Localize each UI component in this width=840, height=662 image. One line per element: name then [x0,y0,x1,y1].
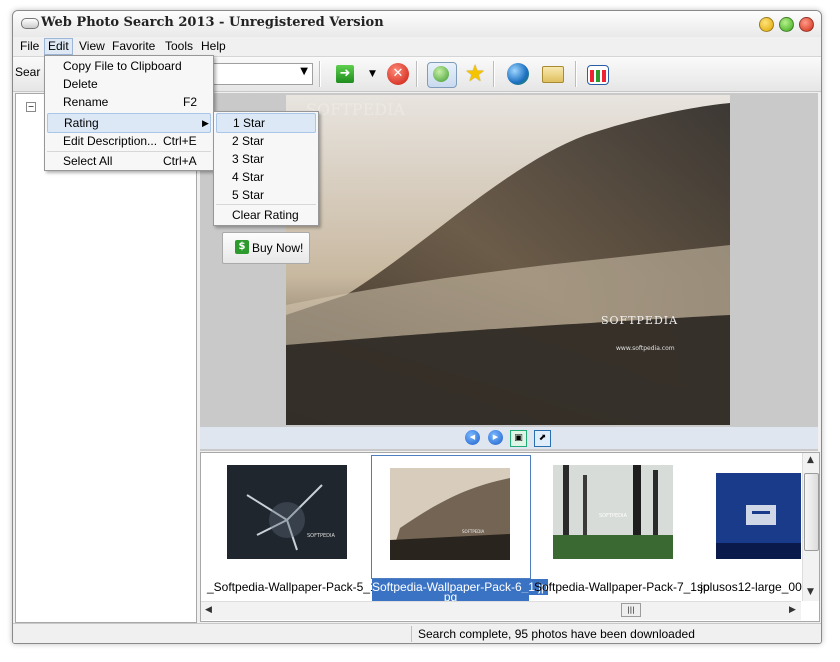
toolbar-separator [493,61,495,87]
menu-item-copy[interactable]: Copy File to Clipboard [47,57,211,75]
window-title: Web Photo Search 2013 - Unregistered Ver… [41,15,384,30]
grid-icon[interactable] [587,65,609,85]
rating-2-star[interactable]: 2 Star [216,132,316,150]
thumbnail-brand: SOFTPEDIA [462,529,485,534]
scroll-up-icon[interactable]: ▲ [807,455,814,465]
next-icon[interactable]: ▶ [488,430,503,445]
collapse-icon[interactable]: − [26,102,36,112]
menu-view[interactable]: View [76,39,108,54]
globe-icon[interactable] [507,63,529,85]
star-icon[interactable]: ★ [464,63,486,86]
buy-now-button[interactable]: $ Buy Now! [222,232,310,264]
minimize-button[interactable] [759,17,774,32]
rating-3-star[interactable]: 3 Star [216,150,316,168]
thumbnail-4[interactable] [716,473,801,559]
menu-item-delete[interactable]: Delete [47,75,211,93]
thumbnail-1-label[interactable]: _Softpedia-Wallpaper-Pack-5_1.jp [207,579,389,595]
toolbar-separator [416,61,418,87]
menu-file[interactable]: File [17,39,42,54]
fit-image-icon[interactable]: ▣ [510,430,527,447]
chevron-down-icon[interactable]: ▼ [300,66,308,77]
thumbnail-3[interactable]: SOFTPEDIA [553,465,673,559]
menu-favorite[interactable]: Favorite [109,39,158,54]
refresh-icon[interactable] [427,62,457,88]
thumbnail-3-label[interactable]: Softpedia-Wallpaper-Pack-7_1.jp [534,579,710,595]
menu-item-rename[interactable]: Rename F2 [47,93,211,111]
hscroll-thumb[interactable]: ||| [621,603,641,617]
menu-item-select-all[interactable]: Select All Ctrl+A [47,152,211,170]
maximize-button[interactable] [779,17,794,32]
close-button[interactable] [799,17,814,32]
preview-watermark: SOFTPEDIA [306,100,405,119]
folder-tree[interactable]: − [15,93,197,623]
toolbar-separator [319,61,321,87]
rating-submenu: 1 Star 2 Star 3 Star 4 Star 5 Star Clear… [213,111,319,226]
search-label: Sear [15,65,41,79]
thumbnail-brand: SOFTPEDIA [307,533,335,539]
rating-4-star[interactable]: 4 Star [216,168,316,186]
preview-image: SOFTPEDIA www.softpedia.com SOFTPEDIA [286,95,730,425]
search-combo[interactable]: ▼ [211,63,313,85]
rating-5-star[interactable]: 5 Star [216,186,316,204]
preview-photo: SOFTPEDIA www.softpedia.com SOFTPEDIA [286,95,730,425]
dropdown-icon[interactable]: ▼ [369,69,376,79]
full-screen-icon[interactable]: ⬈ [534,430,551,447]
thumbnail-brand: SOFTPEDIA [599,513,627,519]
buy-now-label: Buy Now! [252,241,304,255]
toolbar-separator [575,61,577,87]
thumbnail-1[interactable]: SOFTPEDIA [227,465,347,559]
thumbnail-vscroll[interactable]: ▲ ▼ [802,453,819,601]
stop-icon[interactable]: ✕ [387,63,409,85]
preview-nav: ◀ ▶ ▣ ⬈ [200,427,818,449]
menu-separator [216,204,316,205]
title-bar: Web Photo Search 2013 - Unregistered Ver… [13,11,821,38]
preview-url: www.softpedia.com [616,345,675,352]
vscroll-thumb[interactable] [804,473,819,551]
go-arrow-icon[interactable]: ➜ [336,65,354,83]
thumbnail-4-label[interactable]: solusos12-large_001 [697,579,808,595]
menu-item-rating[interactable]: Rating ▶ [47,113,211,133]
menu-tools[interactable]: Tools [162,39,196,54]
dollar-icon: $ [235,240,249,254]
status-separator [411,626,412,642]
preview-brand: SOFTPEDIA [601,314,678,327]
rating-1-star[interactable]: 1 Star [216,113,316,133]
thumbnail-hscroll[interactable]: ◀ ||| ▶ [201,601,801,620]
previous-icon[interactable]: ◀ [465,430,480,445]
menu-edit[interactable]: Edit [44,38,73,55]
mail-icon[interactable] [542,66,564,83]
scroll-left-icon[interactable]: ◀ [205,605,212,615]
status-bar: Search complete, 95 photos have been dow… [13,623,821,643]
thumbnail-2-label-cont[interactable]: pg [372,593,529,601]
thumbnail-2[interactable]: SOFTPEDIA [390,468,510,560]
thumbnail-strip: SOFTPEDIA SOFTPEDIA SOFTPEDIA _Softpedia… [200,452,820,622]
status-text: Search complete, 95 photos have been dow… [418,627,695,641]
menu-item-edit-description[interactable]: Edit Description... Ctrl+E [47,132,211,150]
rating-clear[interactable]: Clear Rating [216,206,316,224]
edit-menu: Copy File to Clipboard Delete Rename F2 R… [44,55,214,171]
window-menu-icon[interactable] [21,18,39,29]
scroll-right-icon[interactable]: ▶ [789,605,796,615]
submenu-arrow-icon: ▶ [202,118,209,128]
menu-help[interactable]: Help [198,39,229,54]
scroll-down-icon[interactable]: ▼ [807,587,814,597]
menu-bar: File Edit View Favorite Tools Help [13,37,821,55]
